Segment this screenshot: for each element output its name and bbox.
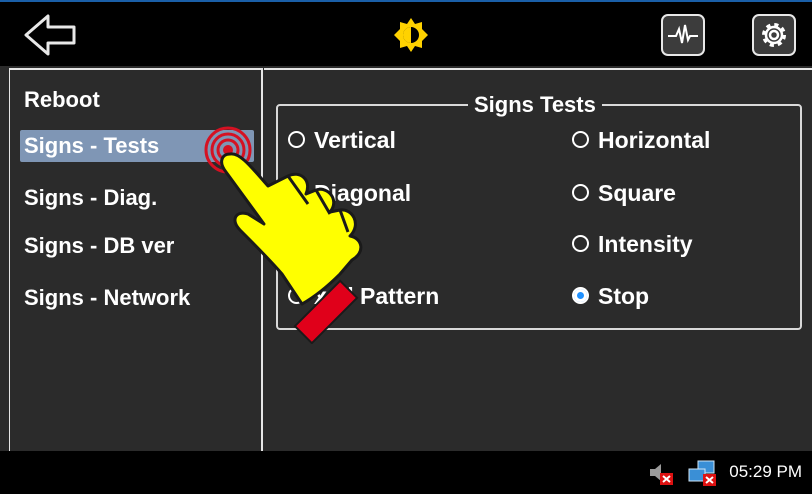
taskbar: 05:29 PM (0, 451, 812, 494)
radio-horizontal[interactable]: Horizontal (572, 124, 710, 156)
pulse-icon (668, 24, 698, 44)
pulse-button[interactable] (661, 14, 705, 56)
radio-diagonal[interactable]: Diagonal (288, 177, 411, 209)
gear-icon (762, 23, 786, 47)
radio-circle (572, 235, 589, 253)
radio-circle (288, 131, 305, 149)
left-menu-panel: Reboot Signs - Tests Signs - Diag. Signs… (10, 68, 263, 451)
signs-tests-panel: Signs Tests Vertical Horizontal Diagonal… (264, 68, 812, 451)
radio-label: Horizontal (598, 127, 711, 153)
menu-item-signs-tests[interactable]: Signs - Tests (20, 130, 254, 162)
settings-button[interactable] (752, 14, 796, 56)
back-arrow-icon[interactable] (22, 12, 78, 58)
radio-stop[interactable]: Stop (572, 280, 649, 312)
menu-item-signs-network[interactable]: Signs - Network (20, 282, 190, 314)
radio-label: Diagonal (314, 180, 412, 206)
radio-label: ull (314, 231, 341, 257)
speaker-muted-icon[interactable] (648, 461, 676, 487)
radio-intensity[interactable]: Intensity (572, 228, 693, 260)
radio-label: Square (598, 180, 676, 206)
radio-circle (288, 287, 305, 305)
radio-circle-selected (572, 287, 589, 305)
radio-label: Vertical (314, 127, 396, 153)
radio-vertical[interactable]: Vertical (288, 124, 396, 156)
radio-square[interactable]: Square (572, 177, 676, 209)
group-title: Signs Tests (468, 90, 602, 120)
radio-full[interactable]: ull (288, 228, 341, 260)
menu-item-signs-diag[interactable]: Signs - Diag. (20, 182, 157, 214)
radio-circle (572, 131, 589, 149)
menu-item-signs-db-ver[interactable]: Signs - DB ver (20, 230, 174, 262)
brightness-icon[interactable] (393, 17, 429, 53)
radio-label: Intensity (598, 231, 693, 257)
radio-circle (572, 184, 589, 202)
radio-circle (288, 184, 305, 202)
radio-label: xed Pattern (314, 283, 440, 309)
clock: 05:29 PM (729, 462, 802, 481)
radio-fixed-pattern[interactable]: xed Pattern (288, 280, 439, 312)
radio-label: Stop (598, 283, 650, 309)
radio-circle (288, 235, 305, 253)
top-toolbar (0, 0, 812, 66)
menu-item-reboot[interactable]: Reboot (20, 84, 100, 116)
signs-tests-group: Signs Tests Vertical Horizontal Diagonal… (276, 90, 802, 330)
network-disconnected-icon[interactable] (688, 460, 718, 488)
